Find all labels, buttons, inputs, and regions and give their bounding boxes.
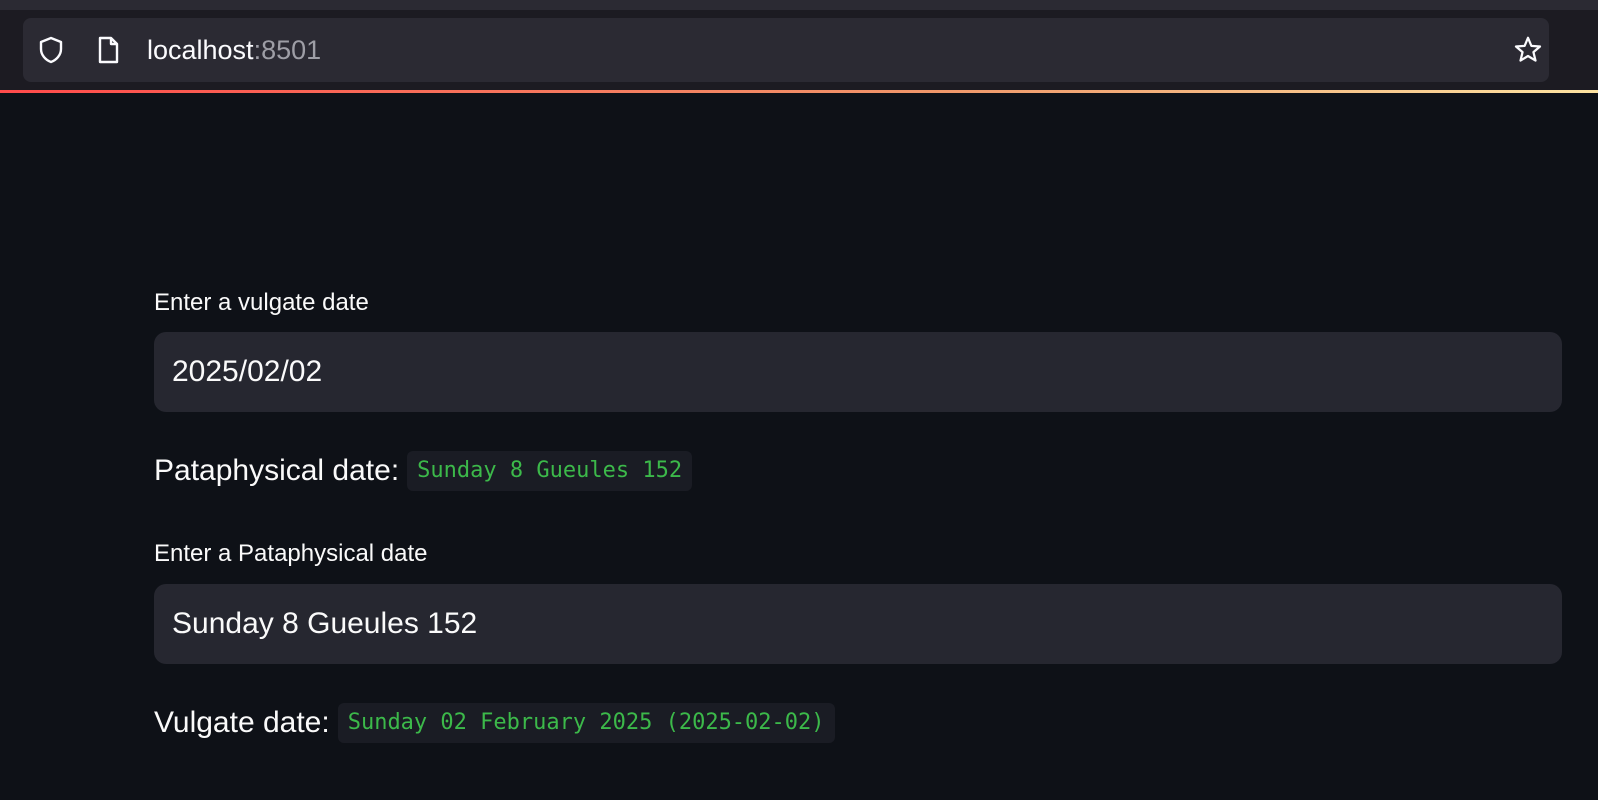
page-decoration-bar [0, 90, 1598, 93]
url-text[interactable]: localhost:8501 [147, 33, 321, 67]
pataphysical-result-label: Pataphysical date: [154, 454, 400, 487]
browser-toolbar: localhost:8501 [0, 0, 1598, 93]
vulgate-date-label: Enter a vulgate date [154, 289, 369, 316]
page-icon [93, 35, 123, 65]
star-icon[interactable] [1513, 35, 1543, 65]
shield-icon[interactable] [36, 35, 66, 65]
pataphysical-result-value: Sunday 8 Gueules 152 [407, 451, 693, 491]
address-bar[interactable]: localhost:8501 [23, 18, 1549, 82]
pataphysical-date-input[interactable] [154, 584, 1562, 664]
pataphysical-date-label: Enter a Pataphysical date [154, 540, 428, 567]
vulgate-result: Vulgate date: Sunday 02 February 2025 (2… [154, 703, 835, 743]
url-port: :8501 [253, 35, 322, 65]
vulgate-result-value: Sunday 02 February 2025 (2025-02-02) [337, 703, 835, 743]
browser-tab-strip [0, 0, 1598, 10]
vulgate-result-label: Vulgate date: [154, 706, 330, 739]
url-host: localhost [147, 35, 254, 65]
vulgate-date-input[interactable] [154, 332, 1562, 412]
pataphysical-result: Pataphysical date: Sunday 8 Gueules 152 [154, 451, 693, 491]
